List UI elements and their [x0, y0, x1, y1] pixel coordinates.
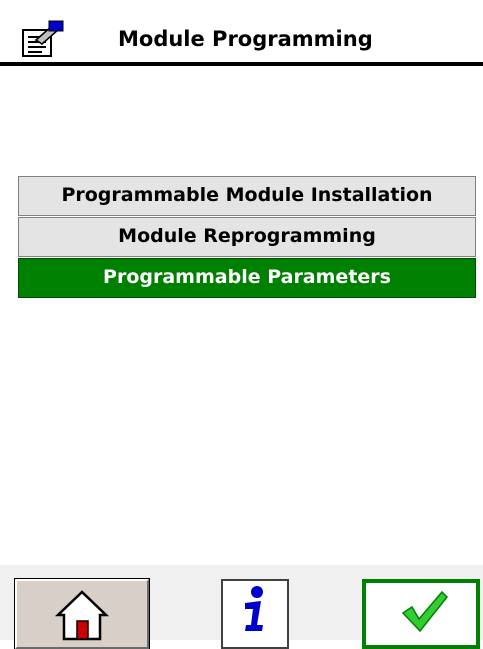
module-programming-icon	[22, 20, 64, 57]
module-programming-menu: Programmable Module Installation Module …	[18, 176, 476, 299]
info-button[interactable]	[221, 579, 289, 649]
home-button[interactable]	[14, 578, 150, 649]
menu-item-programmable-module-installation[interactable]: Programmable Module Installation	[18, 176, 476, 216]
home-icon	[55, 590, 109, 641]
menu-item-programmable-parameters[interactable]: Programmable Parameters	[18, 258, 476, 298]
ok-button[interactable]	[362, 579, 480, 649]
bottom-toolbar	[0, 565, 483, 649]
page-title: Module Programming	[118, 27, 373, 51]
menu-item-module-reprogramming[interactable]: Module Reprogramming	[18, 217, 476, 257]
title-bar: Module Programming	[0, 0, 483, 66]
info-icon	[245, 586, 263, 631]
checkmark-icon	[401, 590, 449, 633]
